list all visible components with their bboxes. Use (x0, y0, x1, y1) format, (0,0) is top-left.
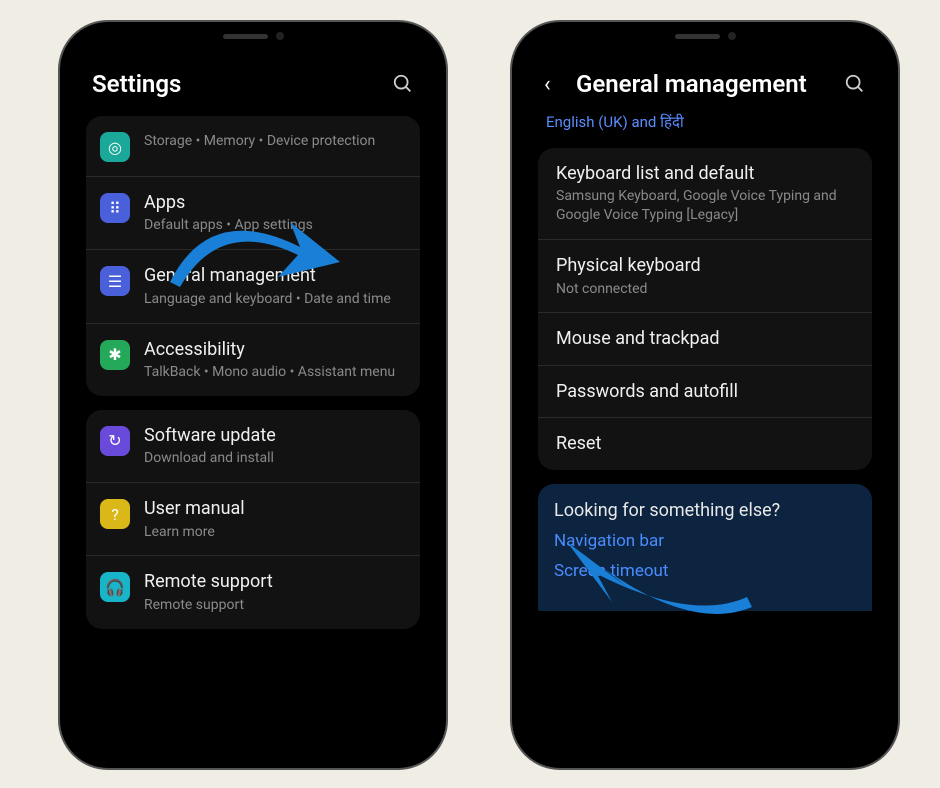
settings-group-2: ↻ Software update Download and install ?… (86, 410, 420, 629)
list-item-physical-keyboard[interactable]: Physical keyboard Not connected (538, 240, 872, 313)
accessibility-icon: ✱ (100, 340, 130, 370)
list-item-user-manual[interactable]: ? User manual Learn more (86, 483, 420, 556)
search-icon[interactable] (392, 73, 414, 95)
looking-for-panel: Looking for something else? Navigation b… (538, 484, 872, 611)
power-button (898, 192, 900, 272)
power-button (446, 192, 448, 272)
update-icon: ↻ (100, 426, 130, 456)
link-screen-timeout[interactable]: Screen timeout (554, 561, 856, 581)
storage-icon: ◎ (100, 132, 130, 162)
phone-mock-left: Settings ◎ Storage • Memory • Device pro… (58, 20, 448, 770)
list-item-passwords-autofill[interactable]: Passwords and autofill (538, 366, 872, 418)
list-item-remote-support[interactable]: 🎧 Remote support Remote support (86, 556, 420, 628)
list-item-keyboard-list[interactable]: Keyboard list and default Samsung Keyboa… (538, 148, 872, 240)
list-item-general-management[interactable]: ☰ General management Language and keyboa… (86, 250, 420, 323)
page-title: General management (576, 70, 834, 98)
apps-icon: ⠿ (100, 193, 130, 223)
screen: ‹ General management English (UK) and हि… (526, 36, 884, 754)
settings-group-1: ◎ Storage • Memory • Device protection ⠿… (86, 116, 420, 396)
list-item-mouse-trackpad[interactable]: Mouse and trackpad (538, 313, 872, 365)
list-item-software-update[interactable]: ↻ Software update Download and install (86, 410, 420, 483)
search-icon[interactable] (844, 73, 866, 95)
phone-mock-right: ‹ General management English (UK) and हि… (510, 20, 900, 770)
screen: Settings ◎ Storage • Memory • Device pro… (74, 36, 432, 754)
settings-group: Keyboard list and default Samsung Keyboa… (538, 148, 872, 470)
notch (615, 22, 795, 50)
manual-icon: ? (100, 499, 130, 529)
volume-button (510, 187, 512, 249)
looking-for-title: Looking for something else? (554, 500, 856, 521)
list-item-device-care[interactable]: ◎ Storage • Memory • Device protection (86, 116, 420, 177)
settings-sliders-icon: ☰ (100, 266, 130, 296)
list-item-apps[interactable]: ⠿ Apps Default apps • App settings (86, 177, 420, 250)
volume-button (58, 137, 60, 173)
language-link[interactable]: English (UK) and हिंदी (526, 110, 884, 142)
page-title: Settings (92, 70, 382, 98)
notch (163, 22, 343, 50)
list-item-accessibility[interactable]: ✱ Accessibility TalkBack • Mono audio • … (86, 324, 420, 396)
headset-icon: 🎧 (100, 572, 130, 602)
list-item-reset[interactable]: Reset (538, 418, 872, 469)
volume-button (510, 262, 512, 324)
volume-button (58, 187, 60, 249)
volume-button (58, 262, 60, 324)
link-navigation-bar[interactable]: Navigation bar (554, 531, 856, 551)
back-icon[interactable]: ‹ (544, 72, 566, 97)
volume-button (510, 137, 512, 173)
